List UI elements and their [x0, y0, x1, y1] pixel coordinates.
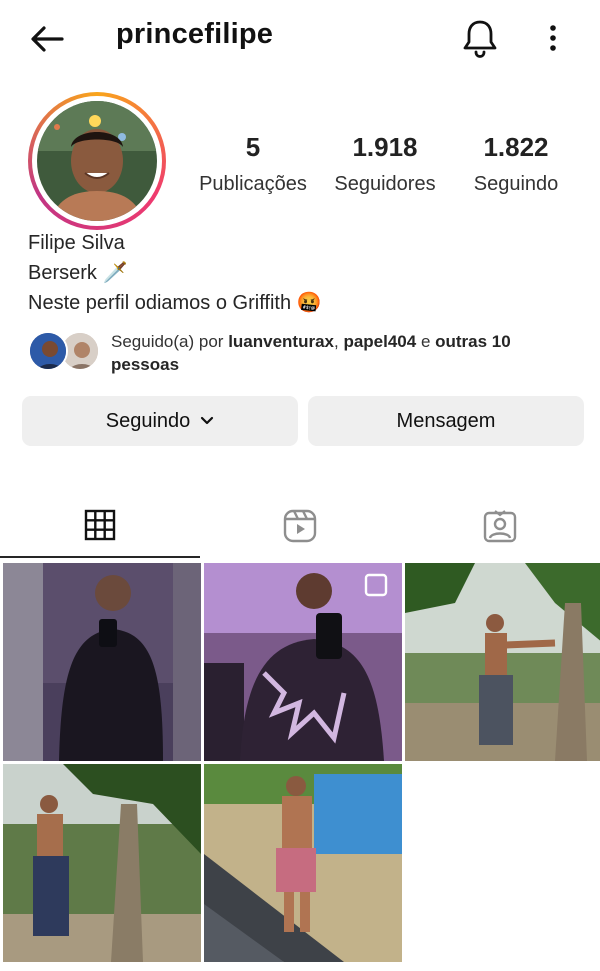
message-button-label: Mensagem: [396, 409, 496, 432]
tagged-tab[interactable]: [400, 494, 600, 558]
grid-icon: [84, 509, 116, 541]
following-button[interactable]: Seguindo: [22, 396, 298, 446]
bio-line: Berserk 🗡️: [28, 262, 128, 284]
post-thumbnail[interactable]: [204, 563, 402, 761]
tagged-icon: [483, 510, 517, 543]
stat-following[interactable]: 1.822 Seguindo: [462, 132, 570, 196]
back-arrow-icon[interactable]: [26, 18, 68, 60]
reels-tab[interactable]: [200, 494, 400, 558]
bio-line: Neste perfil odiamos o Griffith 🤬: [28, 292, 322, 314]
following-label: Seguindo: [473, 173, 559, 195]
post-thumbnail[interactable]: [204, 764, 402, 962]
story-ring[interactable]: [28, 92, 166, 230]
notification-bell-icon[interactable]: [458, 16, 502, 60]
mutual-user-link[interactable]: papel404: [343, 332, 416, 351]
reels-icon: [283, 509, 317, 543]
mutual-followers[interactable]: Seguido(a) por luanventurax, papel404 e …: [28, 330, 588, 378]
grid-tab[interactable]: [0, 494, 200, 558]
post-thumbnail[interactable]: [405, 563, 600, 761]
mutual-avatar: [28, 331, 68, 371]
top-bar: princefilipe: [0, 0, 600, 78]
post-thumbnail[interactable]: [3, 764, 201, 962]
mutual-user-link[interactable]: luanventurax: [228, 332, 334, 351]
message-button[interactable]: Mensagem: [308, 396, 584, 446]
posts-count: 5: [245, 132, 261, 162]
more-options-icon[interactable]: [538, 18, 568, 58]
post-thumbnail[interactable]: [3, 563, 201, 761]
chevron-down-icon: [201, 416, 214, 425]
following-count: 1.822: [483, 132, 549, 162]
followers-label: Seguidores: [334, 173, 436, 195]
stat-followers[interactable]: 1.918 Seguidores: [326, 132, 444, 196]
posts-grid: [0, 560, 600, 962]
profile-avatar[interactable]: [37, 101, 157, 221]
following-button-label: Seguindo: [105, 409, 191, 432]
profile-tabs: [0, 494, 600, 558]
followers-count: 1.918: [352, 132, 418, 162]
profile-name: Filipe Silva: [28, 232, 125, 254]
followed-by-text: Seguido(a) por luanventurax, papel404 e …: [111, 332, 511, 374]
stat-posts[interactable]: 5 Publicações: [190, 132, 316, 196]
posts-label: Publicações: [199, 173, 307, 195]
profile-username: princefilipe: [116, 18, 274, 50]
